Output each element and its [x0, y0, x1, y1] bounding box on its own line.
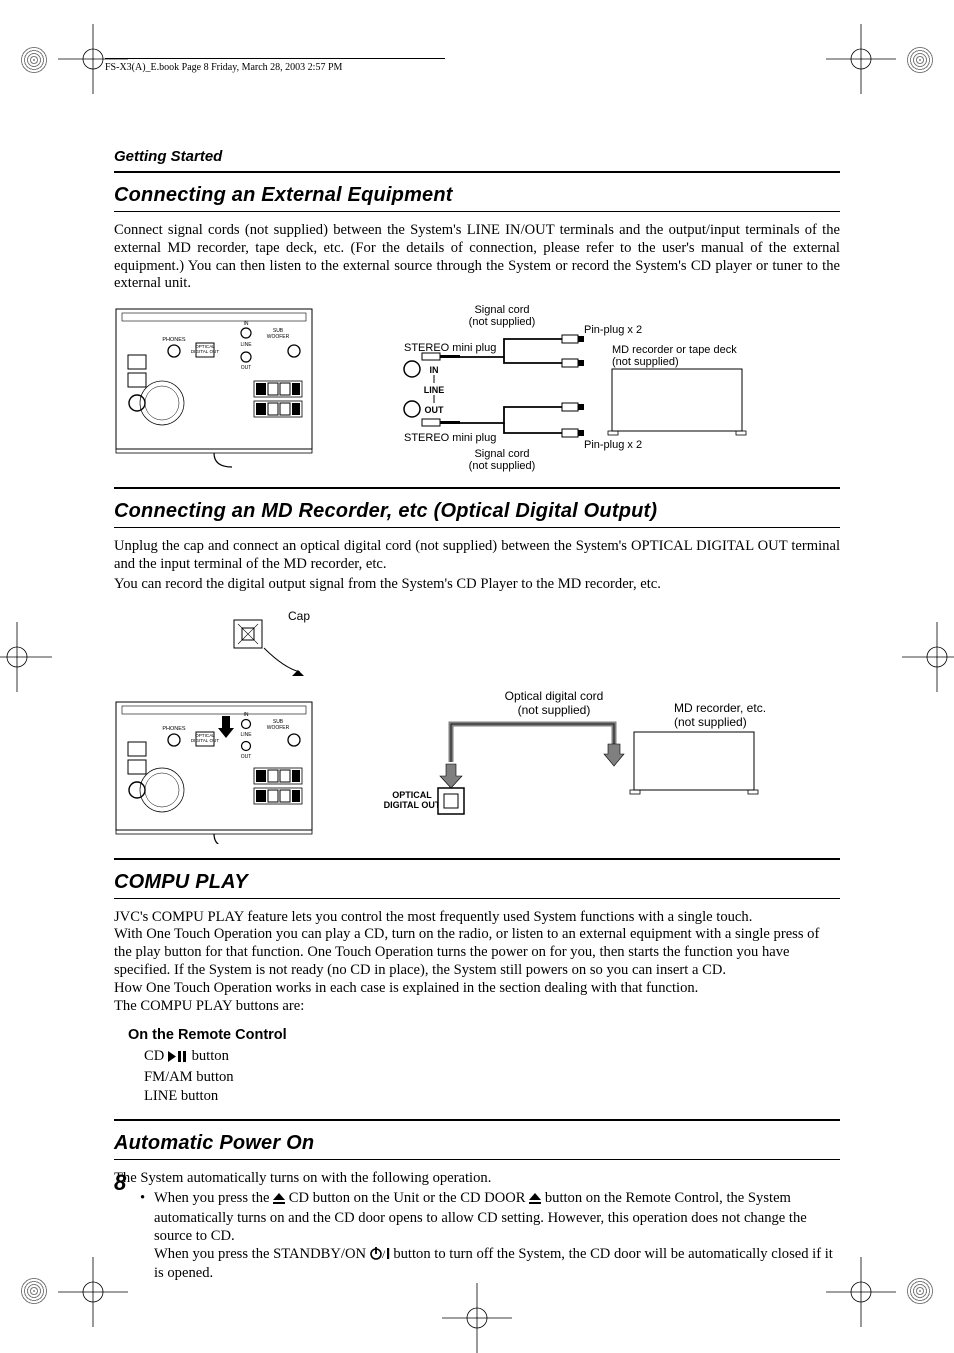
corner-dot-tr: [906, 46, 934, 74]
label-pin-plug: Pin-plug x 2: [584, 324, 642, 336]
list-text-post: button: [188, 1048, 229, 1064]
rule: [114, 898, 840, 899]
svg-text:LINE: LINE: [240, 342, 252, 348]
body-text: JVC's COMPU PLAY feature lets you contro…: [114, 909, 840, 1016]
heading-auto-power-on: Automatic Power On: [114, 1132, 840, 1155]
label-md-deck: MD recorder or tape deck: [612, 344, 737, 356]
label-not-supplied: (not supplied): [469, 316, 536, 328]
play-pause-icon: [168, 1049, 188, 1068]
rule: [114, 487, 840, 489]
crop-mark-bc: [442, 1283, 512, 1353]
rule: [114, 171, 840, 173]
svg-text:WOOFER: WOOFER: [267, 725, 290, 731]
svg-text:DIGITAL OUT: DIGITAL OUT: [191, 738, 220, 743]
label-cap: Cap: [288, 609, 310, 623]
label-signal-cord: Signal cord: [474, 304, 529, 316]
label-not-supplied2: (not supplied): [674, 715, 747, 729]
label-stereo-mini: STEREO mini plug: [404, 342, 496, 354]
figure-optical-connection: Cap PHONES OPTICAL DIGITAL OUT: [114, 604, 840, 844]
crop-mark-ml: [0, 622, 52, 692]
label-line: LINE: [424, 385, 445, 395]
crop-mark-mr: [902, 622, 954, 692]
eject-icon: [273, 1192, 285, 1210]
label-phones: PHONES: [162, 337, 186, 343]
bullet-list: • When you press the CD button on the Un…: [140, 1190, 840, 1283]
corner-dot-bl: [20, 1277, 48, 1305]
svg-text:DIGITAL OUT: DIGITAL OUT: [191, 349, 220, 354]
rule: [114, 1159, 840, 1160]
bullet-text: CD button on the Unit or the CD DOOR: [285, 1190, 529, 1206]
body-text: Unplug the cap and connect an optical di…: [114, 538, 840, 574]
corner-dot-br: [906, 1277, 934, 1305]
rule: [114, 211, 840, 212]
rule: [114, 527, 840, 528]
label-signal-cord2: Signal cord: [474, 448, 529, 460]
label-not-supplied2: (not supplied): [612, 356, 679, 368]
label-not-supplied3: (not supplied): [469, 460, 536, 472]
figure-line-connections: PHONES OPTICAL DIGITAL OUT IN LINE OUT S…: [114, 303, 840, 473]
corner-dot-tl: [20, 46, 48, 74]
label-not-supplied: (not supplied): [518, 703, 591, 717]
heading-connecting-external: Connecting an External Equipment: [114, 184, 840, 207]
label-in: IN: [430, 365, 439, 375]
label-optical: OPTICAL: [392, 790, 432, 800]
label-stereo-mini2: STEREO mini plug: [404, 432, 496, 444]
list-item: CD button: [144, 1047, 840, 1068]
body-text: Connect signal cords (not supplied) betw…: [114, 222, 840, 293]
list-item: LINE button: [144, 1087, 840, 1106]
label-optical-cord: Optical digital cord: [505, 689, 604, 703]
body-text: You can record the digital output signal…: [114, 576, 840, 594]
heading-compu-play: COMPU PLAY: [114, 871, 840, 894]
svg-text:PHONES: PHONES: [162, 726, 186, 732]
standby-power-icon: /: [370, 1247, 390, 1266]
list-item: FM/AM button: [144, 1068, 840, 1087]
svg-text:IN: IN: [244, 321, 249, 327]
crop-mark-tr: [826, 24, 896, 94]
svg-text:OUT: OUT: [241, 754, 252, 760]
svg-text:IN: IN: [244, 712, 249, 718]
svg-text:LINE: LINE: [240, 732, 252, 738]
label-out: OUT: [425, 405, 445, 415]
svg-text:OUT: OUT: [241, 365, 252, 371]
svg-text:/: /: [382, 1247, 386, 1260]
subheading-remote: On the Remote Control: [128, 1027, 840, 1043]
list-text-pre: CD: [144, 1048, 168, 1064]
svg-text:WOOFER: WOOFER: [267, 334, 290, 340]
heading-connecting-md: Connecting an MD Recorder, etc (Optical …: [114, 500, 840, 523]
rule: [114, 858, 840, 860]
page-number: 8: [114, 1170, 126, 1196]
book-page-marker: FS-X3(A)_E.book Page 8 Friday, March 28,…: [105, 58, 445, 73]
rule: [114, 1119, 840, 1121]
label-digital-out: DIGITAL OUT: [384, 800, 441, 810]
section-label: Getting Started: [114, 148, 840, 165]
bullet-text: When you press the STANDBY/ON: [154, 1246, 370, 1262]
bullet-text: When you press the: [154, 1190, 273, 1206]
body-text: The System automatically turns on with t…: [114, 1170, 840, 1188]
label-pin-plug2: Pin-plug x 2: [584, 439, 642, 451]
eject-icon: [529, 1192, 541, 1210]
label-md-etc: MD recorder, etc.: [674, 701, 766, 715]
